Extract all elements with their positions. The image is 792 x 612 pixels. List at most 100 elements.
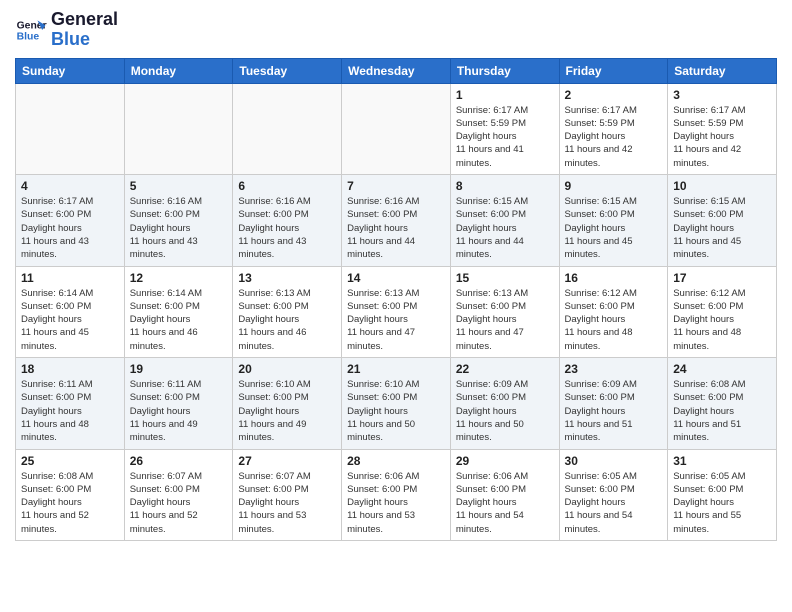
- calendar-cell: 23 Sunrise: 6:09 AMSunset: 6:00 PMDayligh…: [559, 358, 668, 449]
- day-info: Sunrise: 6:07 AMSunset: 6:00 PMDaylight …: [238, 470, 336, 536]
- calendar-table: SundayMondayTuesdayWednesdayThursdayFrid…: [15, 58, 777, 541]
- day-number: 8: [456, 179, 554, 193]
- day-number: 13: [238, 271, 336, 285]
- calendar-cell: 7 Sunrise: 6:16 AMSunset: 6:00 PMDaylight…: [342, 175, 451, 266]
- day-number: 7: [347, 179, 445, 193]
- day-number: 3: [673, 88, 771, 102]
- day-info: Sunrise: 6:09 AMSunset: 6:00 PMDaylight …: [565, 378, 663, 444]
- day-info: Sunrise: 6:05 AMSunset: 6:00 PMDaylight …: [565, 470, 663, 536]
- calendar-cell: 10Sunrise: 6:15 AMSunset: 6:00 PMDayligh…: [668, 175, 777, 266]
- day-info: Sunrise: 6:06 AMSunset: 6:00 PMDaylight …: [347, 470, 445, 536]
- day-number: 29: [456, 454, 554, 468]
- day-info: Sunrise: 6:17 AMSunset: 5:59 PMDaylight …: [673, 104, 771, 170]
- calendar-cell: 24 Sunrise: 6:08 AMSunset: 6:00 PMDayligh…: [668, 358, 777, 449]
- calendar-week-1: 1 Sunrise: 6:17 AMSunset: 5:59 PMDaylight…: [16, 83, 777, 174]
- day-info: Sunrise: 6:17 AMSunset: 6:00 PMDaylight …: [21, 195, 119, 261]
- day-info: Sunrise: 6:08 AMSunset: 6:00 PMDaylight …: [673, 378, 771, 444]
- day-info: Sunrise: 6:10 AMSunset: 6:00 PMDaylight …: [238, 378, 336, 444]
- calendar-cell: 4 Sunrise: 6:17 AMSunset: 6:00 PMDaylight…: [16, 175, 125, 266]
- day-number: 21: [347, 362, 445, 376]
- calendar-cell: [233, 83, 342, 174]
- calendar-week-2: 4 Sunrise: 6:17 AMSunset: 6:00 PMDaylight…: [16, 175, 777, 266]
- day-info: Sunrise: 6:16 AMSunset: 6:00 PMDaylight …: [347, 195, 445, 261]
- day-number: 6: [238, 179, 336, 193]
- day-info: Sunrise: 6:13 AMSunset: 6:00 PMDaylight …: [456, 287, 554, 353]
- logo: General Blue General Blue: [15, 10, 118, 50]
- calendar-cell: 22 Sunrise: 6:09 AMSunset: 6:00 PMDayligh…: [450, 358, 559, 449]
- day-number: 25: [21, 454, 119, 468]
- calendar-header-row: SundayMondayTuesdayWednesdayThursdayFrid…: [16, 58, 777, 83]
- day-number: 17: [673, 271, 771, 285]
- day-number: 31: [673, 454, 771, 468]
- day-info: Sunrise: 6:11 AMSunset: 6:00 PMDaylight …: [21, 378, 119, 444]
- day-number: 16: [565, 271, 663, 285]
- day-number: 23: [565, 362, 663, 376]
- calendar-cell: 11 Sunrise: 6:14 AMSunset: 6:00 PMDayligh…: [16, 266, 125, 357]
- page-container: General Blue General Blue SundayMondayTu…: [0, 0, 792, 551]
- calendar-cell: 13 Sunrise: 6:13 AMSunset: 6:00 PMDayligh…: [233, 266, 342, 357]
- calendar-cell: 15 Sunrise: 6:13 AMSunset: 6:00 PMDayligh…: [450, 266, 559, 357]
- calendar-week-4: 18Sunrise: 6:11 AMSunset: 6:00 PMDayligh…: [16, 358, 777, 449]
- calendar-cell: 27 Sunrise: 6:07 AMSunset: 6:00 PMDayligh…: [233, 449, 342, 540]
- calendar-cell: 19 Sunrise: 6:11 AMSunset: 6:00 PMDayligh…: [124, 358, 233, 449]
- calendar-week-5: 25 Sunrise: 6:08 AMSunset: 6:00 PMDayligh…: [16, 449, 777, 540]
- day-info: Sunrise: 6:14 AMSunset: 6:00 PMDaylight …: [21, 287, 119, 353]
- calendar-cell: 28 Sunrise: 6:06 AMSunset: 6:00 PMDayligh…: [342, 449, 451, 540]
- day-info: Sunrise: 6:05 AMSunset: 6:00 PMDaylight …: [673, 470, 771, 536]
- day-info: Sunrise: 6:11 AMSunset: 6:00 PMDaylight …: [130, 378, 228, 444]
- day-number: 12: [130, 271, 228, 285]
- day-header-monday: Monday: [124, 58, 233, 83]
- day-number: 15: [456, 271, 554, 285]
- day-number: 4: [21, 179, 119, 193]
- day-info: Sunrise: 6:13 AMSunset: 6:00 PMDaylight …: [238, 287, 336, 353]
- day-number: 20: [238, 362, 336, 376]
- day-info: Sunrise: 6:16 AMSunset: 6:00 PMDaylight …: [130, 195, 228, 261]
- day-info: Sunrise: 6:17 AMSunset: 5:59 PMDaylight …: [456, 104, 554, 170]
- calendar-cell: 20 Sunrise: 6:10 AMSunset: 6:00 PMDayligh…: [233, 358, 342, 449]
- day-number: 27: [238, 454, 336, 468]
- calendar-cell: 9 Sunrise: 6:15 AMSunset: 6:00 PMDaylight…: [559, 175, 668, 266]
- day-header-sunday: Sunday: [16, 58, 125, 83]
- day-header-tuesday: Tuesday: [233, 58, 342, 83]
- calendar-cell: 26 Sunrise: 6:07 AMSunset: 6:00 PMDayligh…: [124, 449, 233, 540]
- day-number: 26: [130, 454, 228, 468]
- day-info: Sunrise: 6:15 AMSunset: 6:00 PMDaylight …: [456, 195, 554, 261]
- day-number: 28: [347, 454, 445, 468]
- day-header-wednesday: Wednesday: [342, 58, 451, 83]
- day-number: 11: [21, 271, 119, 285]
- day-number: 1: [456, 88, 554, 102]
- day-number: 24: [673, 362, 771, 376]
- day-info: Sunrise: 6:09 AMSunset: 6:00 PMDaylight …: [456, 378, 554, 444]
- day-number: 10: [673, 179, 771, 193]
- day-header-saturday: Saturday: [668, 58, 777, 83]
- day-info: Sunrise: 6:10 AMSunset: 6:00 PMDaylight …: [347, 378, 445, 444]
- day-info: Sunrise: 6:12 AMSunset: 6:00 PMDaylight …: [565, 287, 663, 353]
- page-header: General Blue General Blue: [15, 10, 777, 50]
- calendar-week-3: 11 Sunrise: 6:14 AMSunset: 6:00 PMDayligh…: [16, 266, 777, 357]
- day-info: Sunrise: 6:07 AMSunset: 6:00 PMDaylight …: [130, 470, 228, 536]
- calendar-cell: [124, 83, 233, 174]
- calendar-cell: 1 Sunrise: 6:17 AMSunset: 5:59 PMDaylight…: [450, 83, 559, 174]
- calendar-cell: 16 Sunrise: 6:12 AMSunset: 6:00 PMDayligh…: [559, 266, 668, 357]
- logo-text-general: General: [51, 10, 118, 30]
- calendar-cell: 8 Sunrise: 6:15 AMSunset: 6:00 PMDaylight…: [450, 175, 559, 266]
- calendar-cell: [342, 83, 451, 174]
- day-info: Sunrise: 6:15 AMSunset: 6:00 PMDaylight …: [565, 195, 663, 261]
- day-info: Sunrise: 6:08 AMSunset: 6:00 PMDaylight …: [21, 470, 119, 536]
- calendar-cell: 3 Sunrise: 6:17 AMSunset: 5:59 PMDaylight…: [668, 83, 777, 174]
- day-info: Sunrise: 6:13 AMSunset: 6:00 PMDaylight …: [347, 287, 445, 353]
- day-header-thursday: Thursday: [450, 58, 559, 83]
- day-number: 5: [130, 179, 228, 193]
- day-number: 9: [565, 179, 663, 193]
- day-number: 19: [130, 362, 228, 376]
- day-info: Sunrise: 6:14 AMSunset: 6:00 PMDaylight …: [130, 287, 228, 353]
- day-number: 14: [347, 271, 445, 285]
- calendar-cell: 29 Sunrise: 6:06 AMSunset: 6:00 PMDayligh…: [450, 449, 559, 540]
- logo-icon: General Blue: [15, 14, 47, 46]
- calendar-cell: 18Sunrise: 6:11 AMSunset: 6:00 PMDayligh…: [16, 358, 125, 449]
- day-number: 2: [565, 88, 663, 102]
- day-number: 22: [456, 362, 554, 376]
- day-number: 30: [565, 454, 663, 468]
- day-info: Sunrise: 6:16 AMSunset: 6:00 PMDaylight …: [238, 195, 336, 261]
- day-info: Sunrise: 6:06 AMSunset: 6:00 PMDaylight …: [456, 470, 554, 536]
